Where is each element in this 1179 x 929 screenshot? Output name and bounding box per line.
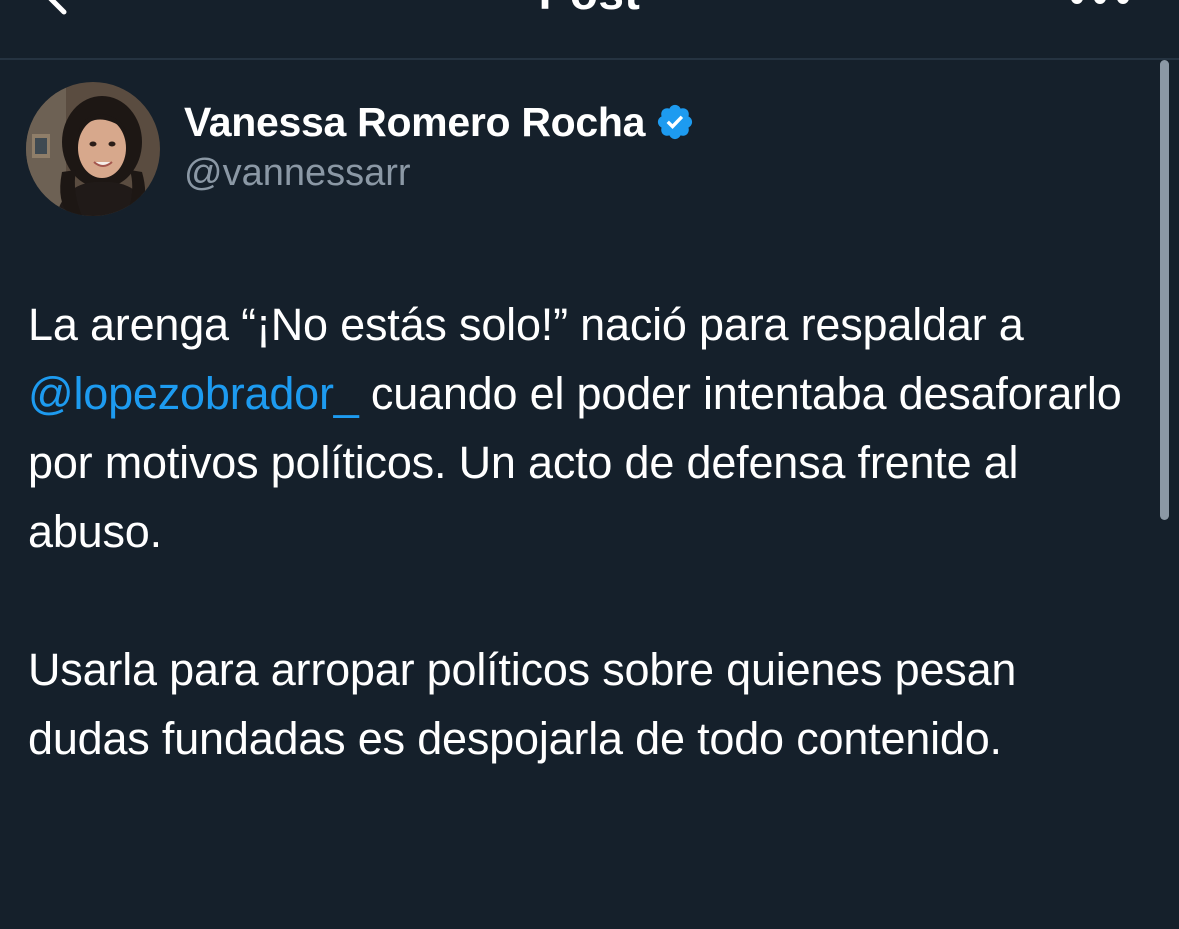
mention-link[interactable]: @lopezobrador_	[28, 368, 359, 419]
avatar-photo	[26, 82, 160, 216]
author-handle[interactable]: @vannessarr	[184, 152, 411, 195]
scrollbar[interactable]	[1160, 60, 1169, 520]
verified-badge-icon[interactable]	[655, 102, 695, 142]
post-paragraph-1: La arenga “¡No estás solo!” nació para r…	[28, 290, 1138, 566]
more-options-icon[interactable]	[1065, 0, 1135, 10]
top-navigation-bar: Post	[0, 0, 1179, 60]
post-body: La arenga “¡No estás solo!” nació para r…	[28, 290, 1138, 773]
post-paragraph-2: Usarla para arropar políticos sobre quie…	[28, 644, 1017, 764]
author-display-name[interactable]: Vanessa Romero Rocha	[184, 99, 645, 146]
page-title: Post	[0, 0, 1179, 20]
avatar[interactable]	[26, 82, 160, 216]
author-name-row: Vanessa Romero Rocha	[184, 96, 695, 148]
paragraph-text: La arenga “¡No estás solo!” nació para r…	[28, 299, 1024, 350]
